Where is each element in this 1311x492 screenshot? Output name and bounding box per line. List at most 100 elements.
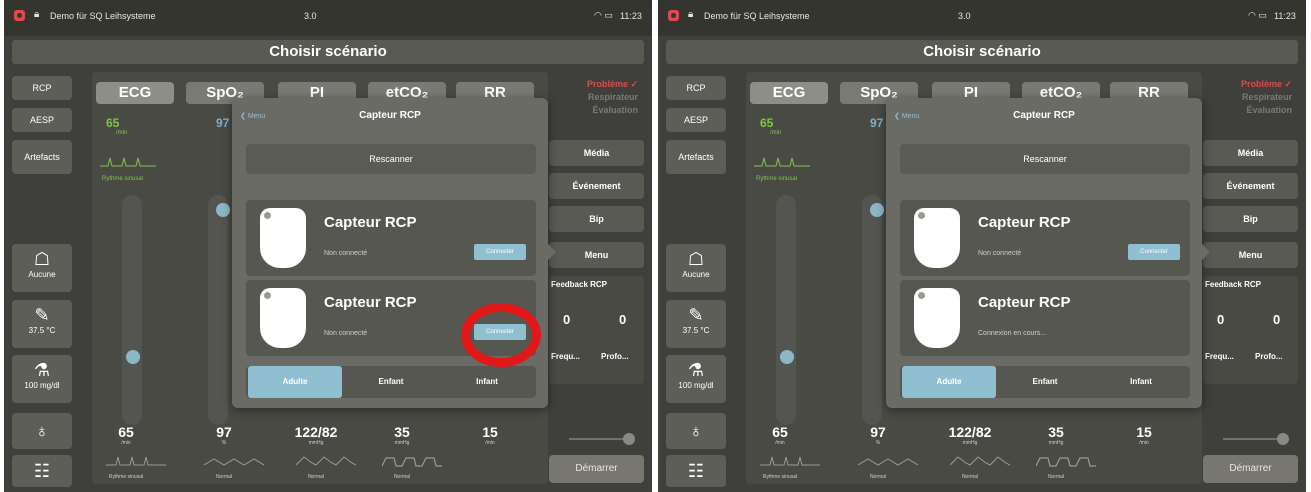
vital-etco2-wave — [382, 457, 442, 467]
vital-etco2: 35 — [1048, 424, 1064, 440]
vital-spo2-sub: Normal — [215, 474, 233, 480]
rcp-button[interactable]: RCP — [12, 76, 72, 100]
wifi-icon: ◠ ▭ — [1248, 10, 1267, 20]
vital-hr-unit: /min — [775, 440, 785, 446]
device-state: Non connecté — [978, 250, 1022, 257]
menu-button[interactable]: Menu — [1203, 242, 1298, 268]
options-icon: ☷ — [687, 461, 705, 481]
event-button[interactable]: Événement — [549, 173, 644, 199]
device-row: Capteur RCP Non connecté Connecter — [246, 200, 536, 276]
vital-etco2-sub: Normal — [393, 474, 411, 480]
spo2-slider-track[interactable] — [208, 195, 228, 425]
stethoscope-button[interactable]: ♁ — [666, 413, 726, 449]
glucose-button[interactable]: ⚗ 100 mg/dl — [666, 355, 726, 403]
scenario-select-button[interactable]: Choisir scénario — [12, 40, 644, 64]
artefacts-button[interactable]: Artefacts — [666, 140, 726, 174]
spo2-slider-knob[interactable] — [870, 203, 884, 217]
vital-bp-unit: mmHg — [962, 440, 978, 446]
hr-slider-track[interactable] — [776, 195, 796, 425]
aesp-button[interactable]: AESP — [12, 108, 72, 132]
vital-bp-unit: mmHg — [308, 440, 324, 446]
evaluation-status: Évaluation — [592, 105, 638, 115]
spo2-slider-track[interactable] — [862, 195, 882, 425]
start-button[interactable]: Démarrer — [549, 455, 644, 483]
rhythm-label: Rythme sinusal — [102, 176, 144, 182]
segment-infant[interactable]: Infant — [440, 366, 534, 398]
clock: 11:23 — [1274, 11, 1296, 21]
volume-slider-knob[interactable] — [1277, 433, 1289, 445]
ventilation-button[interactable]: ☖ Aucune — [666, 244, 726, 292]
tab-ecg[interactable]: ECG — [750, 82, 828, 104]
rescan-button[interactable]: Rescanner — [246, 144, 536, 174]
volume-slider[interactable] — [1223, 433, 1289, 445]
device-name: Capteur RCP — [978, 214, 1071, 231]
connect-button[interactable]: Connecter — [1128, 244, 1180, 260]
vital-hr-unit: /min — [121, 440, 131, 446]
vital-etco2-unit: mmHg — [1048, 440, 1064, 446]
hr-slider-knob[interactable] — [780, 350, 794, 364]
rescan-button[interactable]: Rescanner — [900, 144, 1190, 174]
spo2-slider-knob[interactable] — [216, 203, 230, 217]
glucose-button[interactable]: ⚗ 100 mg/dl — [12, 355, 72, 403]
aesp-button[interactable]: AESP — [666, 108, 726, 132]
rcp-button[interactable]: RCP — [666, 76, 726, 100]
stethoscope-button[interactable]: ♁ — [12, 413, 72, 449]
options-button[interactable]: ☷ — [12, 455, 72, 487]
patient-type-selector: Adulte Enfant Infant — [246, 366, 536, 398]
vital-bp-wave — [950, 456, 1010, 466]
stethoscope-icon: ♁ — [689, 421, 703, 441]
artefacts-button[interactable]: Artefacts — [12, 140, 72, 174]
start-button[interactable]: Démarrer — [1203, 455, 1298, 483]
media-button[interactable]: Média — [1203, 140, 1298, 166]
hr-slider-track[interactable] — [122, 195, 142, 425]
volume-slider[interactable] — [569, 433, 635, 445]
cpr-depth-value: 0 — [1273, 312, 1281, 327]
cpr-frequency-value: 0 — [1217, 312, 1225, 327]
temperature-button[interactable]: ✎ 37.5 °C — [666, 300, 726, 348]
segment-child[interactable]: Enfant — [996, 366, 1094, 398]
media-button[interactable]: Média — [549, 140, 644, 166]
glucose-icon: ⚗ — [33, 360, 51, 380]
app-panel-right: 🔒︎ Demo für SQ Leihsysteme 3.0 ◠ ▭ 11:23… — [658, 0, 1306, 492]
vital-spo2: 97 — [216, 424, 232, 440]
highlight-ring — [461, 303, 541, 367]
vital-bp-wave — [296, 456, 356, 466]
device-state: Connexion en cours... — [978, 330, 1047, 337]
popup-arrow — [548, 244, 556, 260]
segment-adult[interactable]: Adulte — [248, 366, 342, 398]
device-name: Capteur RCP — [978, 294, 1071, 311]
event-button[interactable]: Événement — [1203, 173, 1298, 199]
record-icon — [14, 10, 25, 21]
options-button[interactable]: ☷ — [666, 455, 726, 487]
device-name: Capteur RCP — [324, 294, 417, 311]
app-title: Demo für SQ Leihsysteme — [50, 11, 156, 21]
patient-type-selector: Adulte Enfant Infant — [900, 366, 1190, 398]
lock-icon: 🔒︎ — [688, 9, 694, 20]
segment-child[interactable]: Enfant — [342, 366, 440, 398]
tab-ecg[interactable]: ECG — [96, 82, 174, 104]
cpr-depth-value: 0 — [619, 312, 627, 327]
status-panel: Problème ✓ Respirateur Évaluation — [1203, 78, 1298, 134]
problem-status: Problème ✓ — [586, 79, 638, 89]
scenario-select-button[interactable]: Choisir scénario — [666, 40, 1298, 64]
bip-button[interactable]: Bip — [549, 206, 644, 232]
ventilation-icon: ☖ — [687, 249, 705, 269]
connect-button[interactable]: Connecter — [474, 244, 526, 260]
vital-hr-wave — [760, 456, 820, 466]
hr-slider-knob[interactable] — [126, 350, 140, 364]
segment-adult[interactable]: Adulte — [902, 366, 996, 398]
ventilation-button[interactable]: ☖ Aucune — [12, 244, 72, 292]
segment-infant[interactable]: Infant — [1094, 366, 1188, 398]
vital-hr-sub: Rythme sinusal — [762, 474, 798, 480]
vital-bp-sub: Normal — [307, 474, 325, 480]
spo2-value: 97 — [216, 116, 230, 130]
ecg-waveform — [754, 157, 810, 167]
cpr-frequency-label: Frequ... — [1205, 352, 1234, 361]
vital-bp: 122/82 — [948, 424, 992, 440]
spo2-value: 97 — [870, 116, 884, 130]
bip-button[interactable]: Bip — [1203, 206, 1298, 232]
menu-button[interactable]: Menu — [549, 242, 644, 268]
cpr-feedback-panel: Feedback RCP 0 0 Frequ... Profo... — [549, 276, 644, 384]
temperature-button[interactable]: ✎ 37.5 °C — [12, 300, 72, 348]
volume-slider-knob[interactable] — [623, 433, 635, 445]
